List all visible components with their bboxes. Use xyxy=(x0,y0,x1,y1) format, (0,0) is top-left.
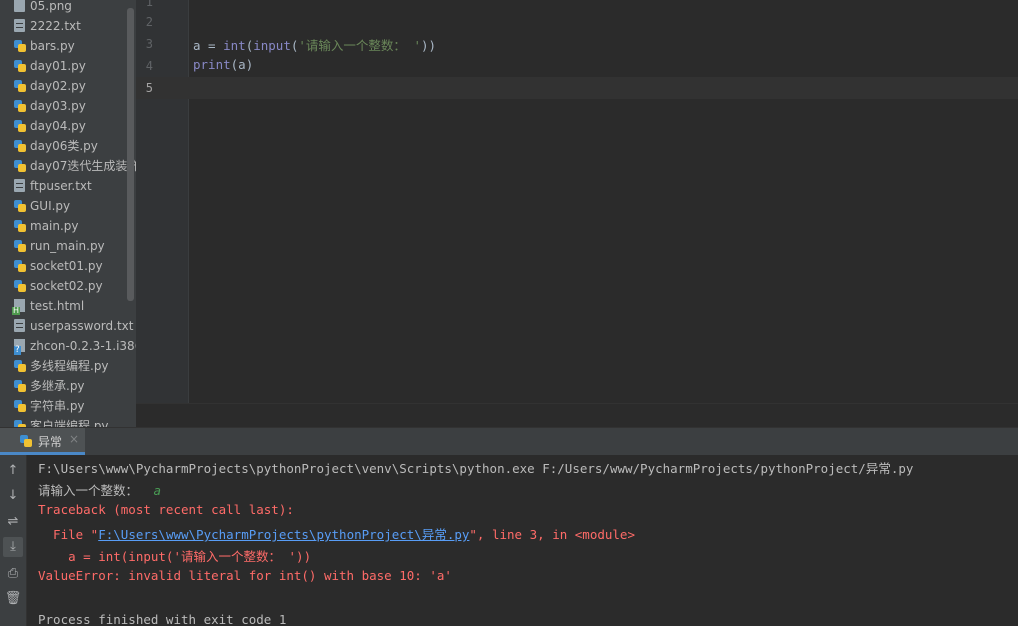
python-file-icon xyxy=(14,140,26,152)
tree-item-label: day03.py xyxy=(30,99,86,113)
tree-item-label: userpassword.txt xyxy=(30,319,134,333)
console-error-message: ValueError: invalid literal for int() wi… xyxy=(38,568,452,583)
close-icon[interactable]: × xyxy=(69,432,79,446)
code-token: input xyxy=(253,38,291,53)
tree-item-label: zhcon-0.2.3-1.i386 xyxy=(30,339,136,353)
tree-item-label: ftpuser.txt xyxy=(30,179,92,193)
tree-item-label: bars.py xyxy=(30,39,75,53)
line-number: 4 xyxy=(145,59,153,73)
console-command-line: F:\Users\www\PycharmProjects\pythonProje… xyxy=(38,461,914,476)
run-tool-window-header: 异常 × xyxy=(0,427,1018,456)
tree-item-label: 字符串.py xyxy=(30,399,85,413)
console-prompt: 请输入一个整数： xyxy=(38,483,146,498)
tree-item-label: run_main.py xyxy=(30,239,105,253)
tree-item-label: 多线程编程.py xyxy=(30,359,109,373)
python-file-icon xyxy=(14,360,26,372)
python-file-icon xyxy=(14,60,26,72)
tree-item-label: day02.py xyxy=(30,79,86,93)
tree-item-label: socket01.py xyxy=(30,259,103,273)
python-run-icon xyxy=(20,435,32,447)
line-number: 5 xyxy=(145,81,153,95)
python-file-icon xyxy=(14,80,26,92)
python-file-icon xyxy=(14,220,26,232)
line-number: 1 xyxy=(145,0,153,9)
python-file-icon xyxy=(14,380,26,392)
python-file-icon xyxy=(14,100,26,112)
tree-item-label: 客户端编程.py xyxy=(30,419,109,427)
up-arrow-icon[interactable]: ↑ xyxy=(3,461,23,481)
code-token: )) xyxy=(420,38,437,53)
line-number: 2 xyxy=(145,15,153,29)
text-file-icon xyxy=(14,179,25,192)
code-token: a xyxy=(193,38,201,53)
project-tree: 05.png 2222.txt bars.py day01.py day02.py day… xyxy=(0,0,136,427)
html-file-icon xyxy=(12,299,25,315)
scroll-to-end-icon[interactable]: ⤓ xyxy=(3,537,23,557)
python-file-icon xyxy=(14,420,26,427)
tree-item-label: 2222.txt xyxy=(30,19,81,33)
tree-item-label: 05.png xyxy=(30,0,72,13)
console-text: ", line 3, in <module> xyxy=(469,527,635,542)
console-text: File " xyxy=(38,527,99,542)
console-file-link[interactable]: F:\Users\www\PycharmProjects\pythonProje… xyxy=(98,527,469,542)
run-toolbar: ↑ ↓ ⇌ ⤓ ⎙ 🗑 xyxy=(0,455,27,626)
tree-item-label: day07迭代生成装饰 xyxy=(30,159,136,173)
console-exit-message: Process finished with exit code 1 xyxy=(38,612,287,626)
console-user-input: a xyxy=(153,483,162,498)
code-line-3[interactable]: a = int(input('请输入一个整数： ')) xyxy=(193,35,436,54)
tree-item-label: socket02.py xyxy=(30,279,103,293)
run-tab[interactable]: 异常 × xyxy=(0,428,85,455)
code-string: '请输入一个整数： ' xyxy=(298,38,421,53)
console-prompt-line: 请输入一个整数： a xyxy=(38,480,161,499)
line-number: 3 xyxy=(145,37,153,51)
code-token: print xyxy=(193,57,231,72)
print-icon[interactable]: ⎙ xyxy=(3,564,23,584)
caret-line-highlight xyxy=(136,77,1018,99)
tree-item-label: day06类.py xyxy=(30,139,98,153)
code-token: (a) xyxy=(230,57,254,72)
code-token: = xyxy=(200,38,224,53)
code-token: int xyxy=(223,38,246,53)
python-file-icon xyxy=(14,280,26,292)
run-tab-label: 异常 xyxy=(38,435,63,449)
tree-scrollbar[interactable] xyxy=(127,8,134,301)
python-file-icon xyxy=(14,160,26,172)
trash-icon[interactable]: 🗑 xyxy=(3,589,23,609)
python-file-icon xyxy=(14,40,26,52)
code-editor[interactable] xyxy=(189,0,1018,403)
tree-item-label: GUI.py xyxy=(30,199,71,213)
unknown-file-icon xyxy=(14,339,25,355)
python-file-icon xyxy=(14,120,26,132)
tree-item-label: main.py xyxy=(30,219,79,233)
console-traceback-file-line: File "F:\Users\www\PycharmProjects\pytho… xyxy=(38,524,635,543)
text-file-icon xyxy=(14,319,25,332)
soft-wrap-icon[interactable]: ⇌ xyxy=(3,512,23,532)
text-file-icon xyxy=(14,19,25,32)
python-file-icon xyxy=(14,200,26,212)
run-console[interactable]: F:\Users\www\PycharmProjects\pythonProje… xyxy=(27,455,1018,626)
image-file-icon xyxy=(14,0,25,12)
tree-item-label: day01.py xyxy=(30,59,86,73)
console-traceback-code: a = int(input('请输入一个整数： ')) xyxy=(38,549,312,564)
tree-item-label: 多继承.py xyxy=(30,379,85,393)
python-file-icon xyxy=(14,400,26,412)
python-file-icon xyxy=(14,260,26,272)
code-line-4[interactable]: print(a) xyxy=(193,57,253,72)
editor-bottom-strip xyxy=(136,403,1018,428)
tree-item-label: test.html xyxy=(30,299,85,313)
tree-item-label: day04.py xyxy=(30,119,86,133)
console-traceback-header: Traceback (most recent call last): xyxy=(38,502,294,517)
down-arrow-icon[interactable]: ↓ xyxy=(3,486,23,506)
python-file-icon xyxy=(14,240,26,252)
